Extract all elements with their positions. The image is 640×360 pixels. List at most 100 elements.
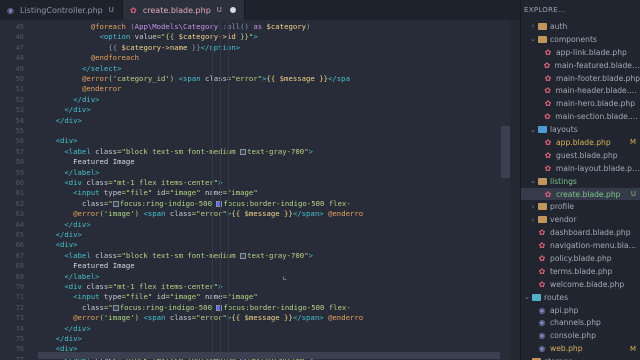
file-item[interactable]: ✿ navigation-menu.blade.p... [521, 239, 640, 252]
code-line[interactable]: <div> [38, 136, 78, 146]
code-token: <input [73, 188, 100, 198]
code-token: App\Models\Category [134, 22, 219, 31]
file-item[interactable]: ✿ create.blade.php U [521, 187, 640, 201]
file-item[interactable]: ✿ main-header.blade.php [521, 84, 640, 97]
code-token: class [165, 313, 192, 323]
file-item[interactable]: ✿ app-link.blade.php [521, 46, 640, 59]
file-item[interactable]: ◉ web.php M [521, 342, 640, 355]
folder-item[interactable]: ⌄ components [521, 33, 640, 46]
code-line[interactable]: @error('image') <span class="error">{{ $… [38, 313, 363, 323]
code-editor[interactable]: 45 46 47 48 49 50 51 52 53 54 55 56 57 58 59 60 61 62 63 64… [0, 20, 520, 360]
code-token: ="mt-1 flex items-center" [108, 178, 219, 187]
code-token: <span [143, 313, 166, 323]
line-number: 62 [15, 199, 24, 208]
blade-icon: ✿ [544, 73, 552, 83]
blade-icon: ✿ [544, 112, 551, 122]
color-swatch-icon[interactable] [240, 252, 247, 259]
code-line[interactable]: {{ $category->name }}</option> [38, 43, 240, 53]
code-line[interactable]: <div class="mt-1 flex items-center"> [38, 178, 222, 188]
folder-item[interactable]: › profile [521, 200, 640, 213]
blade-icon: ✿ [130, 5, 137, 15]
folder-item[interactable]: ›storage [521, 355, 640, 360]
file-item[interactable]: ✿ welcome.blade.php [521, 278, 640, 291]
code-line[interactable]: Featured Image [38, 261, 135, 271]
line-number: 75 [15, 335, 24, 343]
line-number: 57 [15, 147, 24, 156]
code-token: <div> [55, 136, 78, 146]
file-item[interactable]: ✿ terms.blade.php [521, 265, 640, 278]
file-item[interactable]: ◉ channels.php [521, 316, 640, 329]
code-line[interactable]: </div> [38, 334, 82, 344]
tab-listing-controller[interactable]: ◉ ListingController.php U [0, 0, 123, 20]
code-line[interactable]: <label class="block text-sm font-medium … [38, 147, 313, 157]
line-number: 76 [15, 345, 24, 354]
code-line[interactable]: </select> [38, 64, 122, 74]
code-line[interactable]: Featured Image [38, 157, 135, 167]
code-line[interactable]: @enderror [38, 84, 122, 94]
folder-item[interactable]: ⌄ layouts [521, 123, 640, 136]
file-item[interactable]: ◉ console.php [521, 329, 640, 342]
folder-item[interactable]: ⌄ routes [521, 291, 640, 304]
folder-item[interactable]: › vendor [521, 213, 640, 226]
code-line[interactable]: </div> [38, 230, 82, 240]
code-line[interactable]: @endforeach [38, 53, 139, 63]
code-line[interactable]: </div> [38, 324, 90, 334]
indent-guide [220, 20, 221, 360]
file-item[interactable]: ✿ dashboard.blade.php [521, 226, 640, 239]
code-token: <div> [55, 240, 78, 250]
code-line[interactable]: <div> [38, 240, 78, 250]
horizontal-scrollbar[interactable] [38, 352, 500, 359]
line-number: 67 [15, 251, 24, 260]
line-number: 64 [15, 220, 24, 229]
file-item[interactable]: ✿ guest.blade.php [521, 149, 640, 162]
file-item[interactable]: ✿ main-footer.blade.php [521, 72, 640, 85]
folder-item[interactable]: ⌄ listings [521, 175, 640, 188]
code-area[interactable]: @foreach (App\Models\Category::all() as … [38, 20, 508, 360]
code-line[interactable]: <div class="mt-1 flex items-center"> [38, 282, 222, 292]
color-swatch-icon[interactable] [112, 304, 119, 311]
file-item[interactable]: ✿ main-featured.blade.php [521, 59, 640, 72]
code-line[interactable]: @foreach (App\Models\Category::all() as … [38, 22, 311, 32]
code-line[interactable]: </label> [38, 168, 99, 178]
text-cursor-icon: ⌞ [282, 272, 288, 282]
file-item[interactable]: ✿ policy.blade.php [521, 252, 640, 265]
code-token: id [152, 292, 166, 302]
code-token: ="image" [165, 188, 201, 198]
code-line[interactable]: class=" focus:ring-indigo-500 focus:borde… [38, 199, 351, 209]
color-swatch-icon[interactable] [240, 148, 247, 155]
code-line[interactable]: @error('category_id') <span class="error… [38, 74, 350, 84]
php-elephant-icon: ◉ [538, 331, 546, 341]
code-line[interactable]: <input type="file" id="image" name="imag… [38, 188, 258, 198]
code-line[interactable]: class=" focus:ring-indigo-500 focus:borde… [38, 303, 351, 313]
code-line[interactable]: <input type="file" id="image" name="imag… [38, 292, 258, 302]
code-token: </span> [292, 209, 324, 219]
file-item[interactable]: ✿ app.blade.php M [521, 136, 640, 149]
vertical-scrollbar[interactable] [501, 126, 510, 178]
file-item[interactable]: ✿ main-hero.blade.php [521, 97, 640, 110]
code-line[interactable]: </div> [38, 220, 90, 230]
code-line[interactable]: </div> [38, 95, 99, 105]
code-line[interactable]: <label class="block text-sm font-medium … [38, 251, 313, 261]
tab-create-blade[interactable]: ✿ create.blade.php U [122, 0, 245, 20]
tree-item-label: navigation-menu.blade.p... [550, 241, 638, 251]
file-item[interactable]: ◉ api.php [521, 304, 640, 317]
folder-item[interactable]: › auth [521, 20, 640, 33]
code-line[interactable]: </label> [38, 272, 99, 282]
unsaved-dot-icon[interactable] [229, 7, 236, 13]
code-line[interactable]: </div> [38, 116, 82, 126]
code-line[interactable]: <option value="{{ $category->id }}"> [38, 32, 258, 42]
line-number: 70 [15, 283, 24, 291]
line-number: 47 [15, 43, 24, 52]
code-line[interactable]: @error('image') <span class="error">{{ $… [38, 209, 363, 219]
tree-item-label: terms.blade.php [550, 266, 613, 276]
file-item[interactable]: ✿ main-section.blade.php [521, 110, 640, 123]
code-line[interactable]: </div> [38, 105, 90, 115]
file-item[interactable]: ✿ main-layout.blade.php [521, 162, 640, 175]
tree-item-label: app.blade.php [556, 137, 611, 147]
color-swatch-icon[interactable] [112, 200, 119, 207]
code-token: text-gray-700" [247, 250, 309, 260]
code-token: ) [306, 22, 311, 31]
